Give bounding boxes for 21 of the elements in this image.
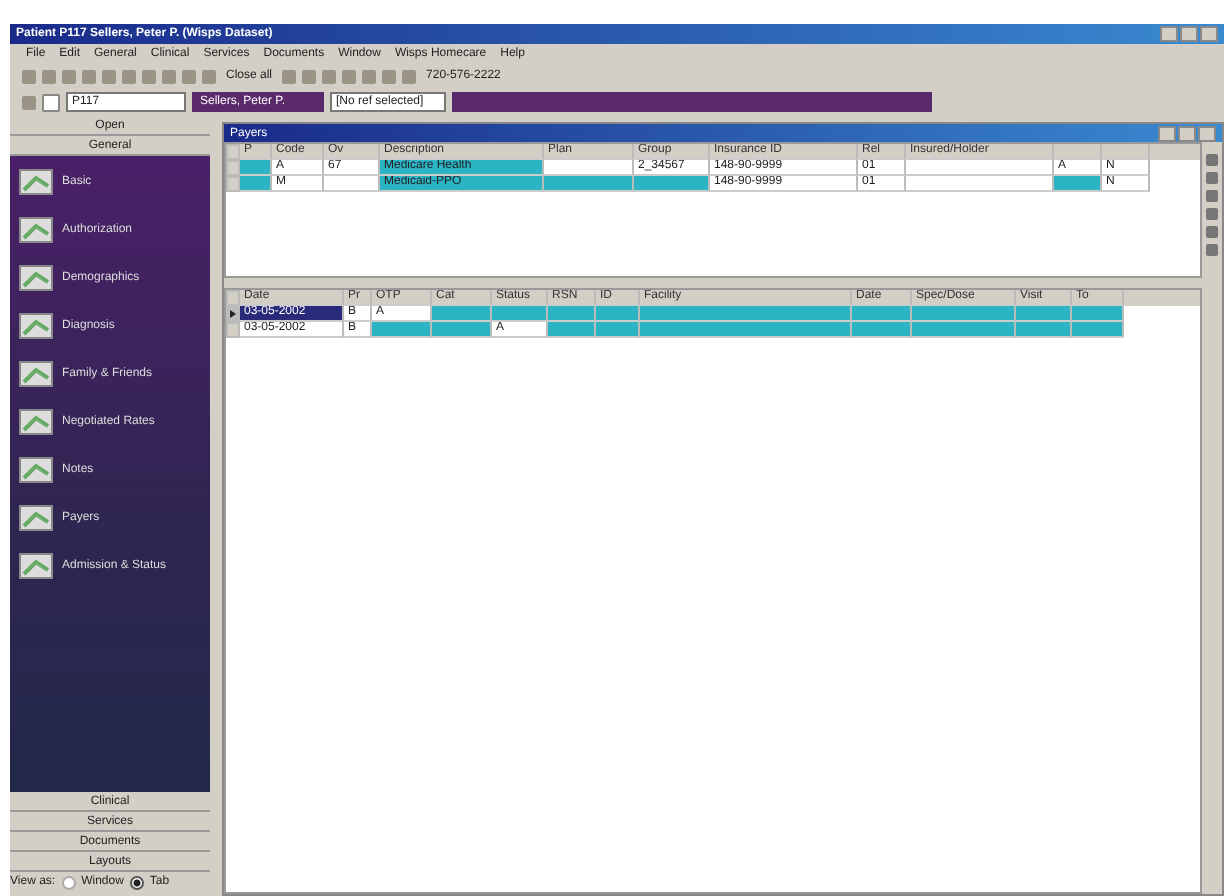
document-icon[interactable] — [42, 93, 60, 111]
row-header[interactable] — [226, 306, 240, 322]
form-icon[interactable] — [18, 360, 54, 388]
form-icon[interactable] — [18, 456, 54, 484]
form-icon[interactable] — [18, 264, 54, 292]
form-icon[interactable] — [18, 216, 54, 244]
column-header[interactable] — [1102, 144, 1150, 160]
minimize-button[interactable] — [1160, 26, 1178, 42]
maximize-button[interactable] — [1178, 125, 1196, 141]
form-icon[interactable] — [18, 504, 54, 532]
radio-button[interactable] — [129, 875, 144, 889]
maximize-button[interactable] — [1180, 26, 1198, 42]
form-icon[interactable] — [18, 552, 54, 580]
close-button[interactable] — [1200, 26, 1218, 42]
form-icon[interactable] — [18, 312, 54, 340]
form-icon[interactable] — [18, 408, 54, 436]
minimize-button[interactable] — [1158, 125, 1176, 141]
form-icon[interactable] — [18, 168, 54, 196]
close-button[interactable] — [1198, 125, 1216, 141]
radio-button[interactable] — [61, 875, 76, 889]
column-header[interactable] — [1054, 144, 1102, 160]
